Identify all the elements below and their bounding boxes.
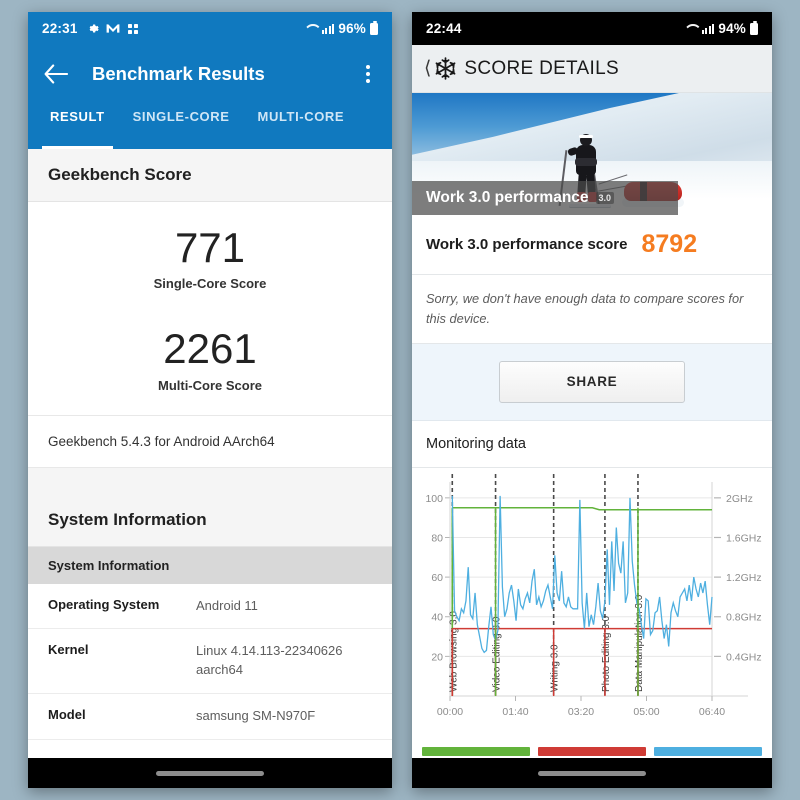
home-pill[interactable]: [156, 770, 264, 776]
legend-swatch: [538, 746, 646, 756]
svg-text:01:40: 01:40: [502, 706, 528, 718]
hero-caption: Work 3.0 performance 3.0: [412, 181, 679, 215]
row-value: samsung SM-N970F: [196, 708, 316, 724]
pcmark-app-bar: ⟨ SCORE DETAILS: [412, 45, 772, 93]
svg-text:0.8GHz: 0.8GHz: [726, 611, 762, 623]
table-row[interactable]: Model samsung SM-N970F: [28, 694, 392, 740]
chart-legend: Battery charge % Temperature °C CPU Cloc…: [412, 742, 772, 758]
svg-text:0.4GHz: 0.4GHz: [726, 651, 762, 663]
row-key: Model: [48, 707, 86, 723]
battery-percent-label: 96%: [338, 21, 366, 36]
page-title: SCORE DETAILS: [464, 57, 619, 79]
tab-multi-core[interactable]: MULTI-CORE: [244, 103, 359, 149]
android-nav-bar-left: [28, 758, 392, 788]
apps-grid-icon: [127, 23, 138, 34]
gear-icon: [89, 24, 99, 33]
score-label: Work 3.0 performance score: [426, 236, 628, 253]
multi-core-score-value: 2261: [163, 325, 257, 373]
phone-right-pcmark: 22:44 94% ⟨ SCORE DETAILS Work 3.0 perfo…: [412, 12, 772, 788]
back-arrow-icon[interactable]: [44, 64, 68, 84]
pcmark-screen: 22:44 94% ⟨ SCORE DETAILS Work 3.0 perfo…: [412, 12, 772, 758]
signal-icon: [701, 23, 715, 34]
status-right-icons: 94%: [684, 20, 758, 36]
table-row[interactable]: Operating System Android 11: [28, 584, 392, 630]
share-section: SHARE: [412, 343, 772, 421]
row-key: Operating System: [48, 596, 160, 612]
row-key: Kernel: [48, 642, 89, 658]
hero-image: Work 3.0 performance 3.0: [412, 93, 772, 215]
geekbench-tabs: RESULT SINGLE-CORE MULTI-CORE: [28, 103, 392, 149]
geekbench-score-header: Geekbench Score: [28, 149, 392, 202]
svg-text:100: 100: [425, 493, 443, 505]
monitoring-chart: 20 40 60 80 100 0.4GHz 0.8GHz 1.2GHz 1.6GHz 2GHz 0…: [412, 467, 772, 743]
android-nav-bar-right: [412, 758, 772, 788]
wifi-icon: [684, 23, 698, 34]
status-time: 22:31: [42, 21, 78, 36]
single-core-score-value: 771: [174, 224, 246, 271]
multi-core-score-label: Multi-Core Score: [157, 377, 262, 393]
svg-text:1.2GHz: 1.2GHz: [726, 572, 762, 584]
legend-swatch: [654, 746, 762, 756]
score-value: 8792: [641, 230, 698, 258]
status-bar-right: 22:44 94%: [412, 12, 772, 45]
svg-text:00:00: 00:00: [437, 706, 463, 718]
legend-item-cpuclock: CPU Clock GHz: [654, 746, 762, 758]
legend-swatch: [422, 746, 530, 756]
page-title: Benchmark Results: [92, 63, 265, 84]
geekbench-app-bar: Benchmark Results: [28, 45, 392, 103]
status-notification-icons: [86, 22, 139, 35]
hero-caption-text: Work 3.0 performance: [426, 189, 589, 206]
gmail-icon: [106, 24, 119, 33]
svg-text:80: 80: [431, 532, 443, 544]
svg-text:60: 60: [431, 572, 443, 584]
svg-text:20: 20: [431, 651, 443, 663]
share-button[interactable]: SHARE: [499, 360, 685, 403]
row-value: Android 11: [196, 597, 258, 613]
battery-percent-label: 94%: [718, 21, 746, 36]
geekbench-screen: 22:31 96% Benchmark Results RESULT SINGL…: [28, 12, 392, 758]
legend-item-temperature: Temperature °C: [538, 746, 646, 758]
home-pill[interactable]: [538, 770, 646, 776]
system-information-header: System Information: [28, 493, 392, 547]
battery-icon: [370, 20, 378, 35]
row-value: Linux 4.14.113-22340626 aarch64: [196, 643, 343, 678]
svg-text:Web Browsing 3.0: Web Browsing 3.0: [448, 610, 459, 691]
phone-left-geekbench: 22:31 96% Benchmark Results RESULT SINGL…: [28, 12, 392, 788]
legend-item-battery: Battery charge %: [422, 746, 530, 758]
svg-text:40: 40: [431, 611, 443, 623]
svg-text:Photo Editing 3.0: Photo Editing 3.0: [601, 615, 612, 692]
snowflake-icon: [435, 57, 456, 80]
section-spacer: [28, 467, 392, 494]
single-core-score-label: Single-Core Score: [153, 276, 267, 292]
status-bar-left: 22:31 96%: [28, 12, 392, 45]
back-chevron-icon[interactable]: ⟨: [424, 57, 431, 80]
table-row[interactable]: Kernel Linux 4.14.113-22340626 aarch64: [28, 629, 392, 695]
svg-text:06:40: 06:40: [699, 706, 725, 718]
monitoring-data-header: Monitoring data: [412, 421, 772, 468]
geekbench-content: Geekbench Score 771 Single-Core Score 22…: [28, 149, 392, 740]
svg-text:05:00: 05:00: [633, 706, 659, 718]
svg-text:1.6GHz: 1.6GHz: [726, 532, 762, 544]
svg-text:03:20: 03:20: [568, 706, 594, 718]
compare-note: Sorry, we don't have enough data to comp…: [412, 275, 772, 344]
tab-single-core[interactable]: SINGLE-CORE: [119, 103, 244, 149]
score-row: Work 3.0 performance score 8792: [412, 215, 772, 275]
svg-text:2GHz: 2GHz: [726, 493, 753, 505]
status-time: 22:44: [426, 21, 462, 36]
geekbench-score-values: 771 Single-Core Score 2261 Multi-Core Sc…: [28, 202, 392, 416]
svg-text:Writing 3.0: Writing 3.0: [550, 644, 561, 692]
battery-icon: [750, 20, 758, 35]
signal-icon: [321, 23, 335, 34]
hero-version-badge: 3.0: [595, 192, 615, 204]
system-information-subheader: System Information: [28, 546, 392, 584]
geekbench-version-text: Geekbench 5.4.3 for Android AArch64: [28, 416, 392, 468]
monitoring-chart-svg: 20 40 60 80 100 0.4GHz 0.8GHz 1.2GHz 1.6GHz 2GHz 0…: [425, 473, 762, 718]
wifi-icon: [304, 23, 318, 34]
more-options-icon[interactable]: [360, 59, 376, 89]
tab-result[interactable]: RESULT: [36, 103, 119, 149]
status-right-icons: 96%: [304, 20, 378, 36]
